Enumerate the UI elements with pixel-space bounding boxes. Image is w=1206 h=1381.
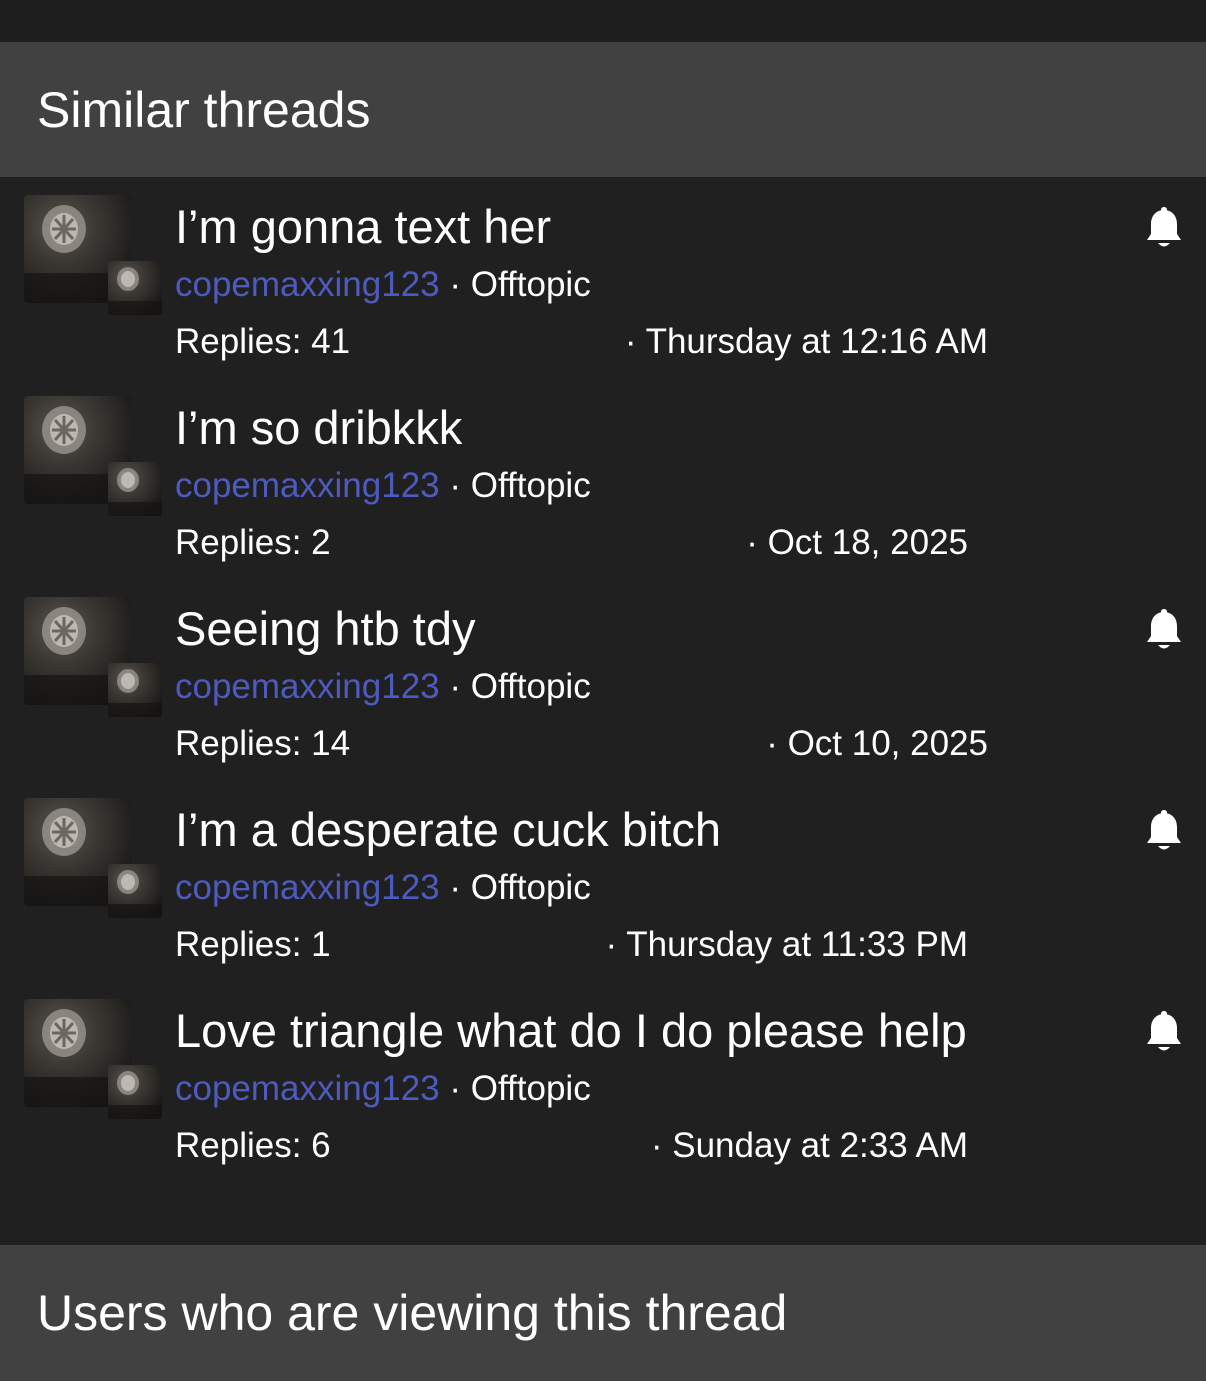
thread-title-link[interactable]: Love triangle what do I do please help: [175, 1003, 967, 1058]
bell-icon[interactable]: [1145, 609, 1183, 653]
thread-meta: copemaxxing123 · Offtopic: [175, 868, 591, 908]
thread-meta: copemaxxing123 · Offtopic: [175, 1069, 591, 1109]
thread-forum-link[interactable]: Offtopic: [471, 265, 591, 304]
thread-title-link[interactable]: Seeing htb tdy: [175, 601, 476, 656]
thread-meta: copemaxxing123 · Offtopic: [175, 466, 591, 506]
avatar-group[interactable]: [24, 597, 164, 719]
meta-separator: ·: [439, 868, 471, 907]
thread-forum-link[interactable]: Offtopic: [471, 1069, 591, 1108]
similar-threads-heading: Similar threads: [37, 81, 371, 138]
last-poster-avatar[interactable]: [108, 864, 162, 918]
avatar-group[interactable]: [24, 999, 164, 1121]
page: Similar threads I’m gonna text her copem…: [0, 0, 1206, 1381]
thread-forum-link[interactable]: Offtopic: [471, 667, 591, 706]
thread-meta: copemaxxing123 · Offtopic: [175, 667, 591, 707]
thread-row[interactable]: I’m a desperate cuck bitch copemaxxing12…: [0, 780, 1206, 981]
avatar-group[interactable]: [24, 396, 164, 518]
last-poster-avatar[interactable]: [108, 663, 162, 717]
thread-title-link[interactable]: I’m so dribkkk: [175, 400, 462, 455]
thread-title-link[interactable]: I’m gonna text her: [175, 199, 551, 254]
avatar-group[interactable]: [24, 195, 164, 317]
thread-date[interactable]: · Sunday at 2:33 AM: [651, 1126, 968, 1166]
bell-icon[interactable]: [1145, 1011, 1183, 1055]
avatar-group[interactable]: [24, 798, 164, 920]
thread-author-link[interactable]: copemaxxing123: [175, 1069, 440, 1108]
thread-row[interactable]: I’m so dribkkk copemaxxing123 · Offtopic…: [0, 378, 1206, 579]
thread-author-link[interactable]: copemaxxing123: [175, 868, 440, 907]
meta-separator: ·: [439, 265, 471, 304]
similar-threads-list: I’m gonna text her copemaxxing123 · Offt…: [0, 177, 1206, 1245]
bell-icon[interactable]: [1145, 810, 1183, 854]
thread-date[interactable]: · Oct 18, 2025: [746, 523, 968, 563]
viewing-users-header: Users who are viewing this thread: [0, 1245, 1206, 1381]
thread-forum-link[interactable]: Offtopic: [471, 868, 591, 907]
reply-count: Replies: 6: [175, 1126, 331, 1165]
thread-author-link[interactable]: copemaxxing123: [175, 265, 440, 304]
thread-row[interactable]: Seeing htb tdy copemaxxing123 · Offtopic…: [0, 579, 1206, 780]
reply-count: Replies: 41: [175, 322, 351, 361]
viewing-users-heading: Users who are viewing this thread: [37, 1285, 788, 1341]
meta-separator: ·: [439, 466, 471, 505]
meta-separator: ·: [439, 667, 471, 706]
last-poster-avatar[interactable]: [108, 462, 162, 516]
thread-meta: copemaxxing123 · Offtopic: [175, 265, 591, 305]
reply-count: Replies: 1: [175, 925, 331, 964]
top-strip: [0, 0, 1206, 42]
meta-separator: ·: [439, 1069, 471, 1108]
last-poster-avatar[interactable]: [108, 261, 162, 315]
reply-count: Replies: 2: [175, 523, 331, 562]
thread-author-link[interactable]: copemaxxing123: [175, 667, 440, 706]
thread-forum-link[interactable]: Offtopic: [471, 466, 591, 505]
thread-row[interactable]: I’m gonna text her copemaxxing123 · Offt…: [0, 177, 1206, 378]
thread-row[interactable]: Love triangle what do I do please help c…: [0, 981, 1206, 1182]
thread-date[interactable]: · Oct 10, 2025: [766, 724, 988, 764]
reply-count: Replies: 14: [175, 724, 351, 763]
bell-icon[interactable]: [1145, 207, 1183, 251]
thread-date[interactable]: · Thursday at 11:33 PM: [606, 925, 969, 965]
thread-date[interactable]: · Thursday at 12:16 AM: [625, 322, 988, 362]
thread-title-link[interactable]: I’m a desperate cuck bitch: [175, 802, 721, 857]
last-poster-avatar[interactable]: [108, 1065, 162, 1119]
similar-threads-header: Similar threads: [0, 42, 1206, 177]
thread-author-link[interactable]: copemaxxing123: [175, 466, 440, 505]
